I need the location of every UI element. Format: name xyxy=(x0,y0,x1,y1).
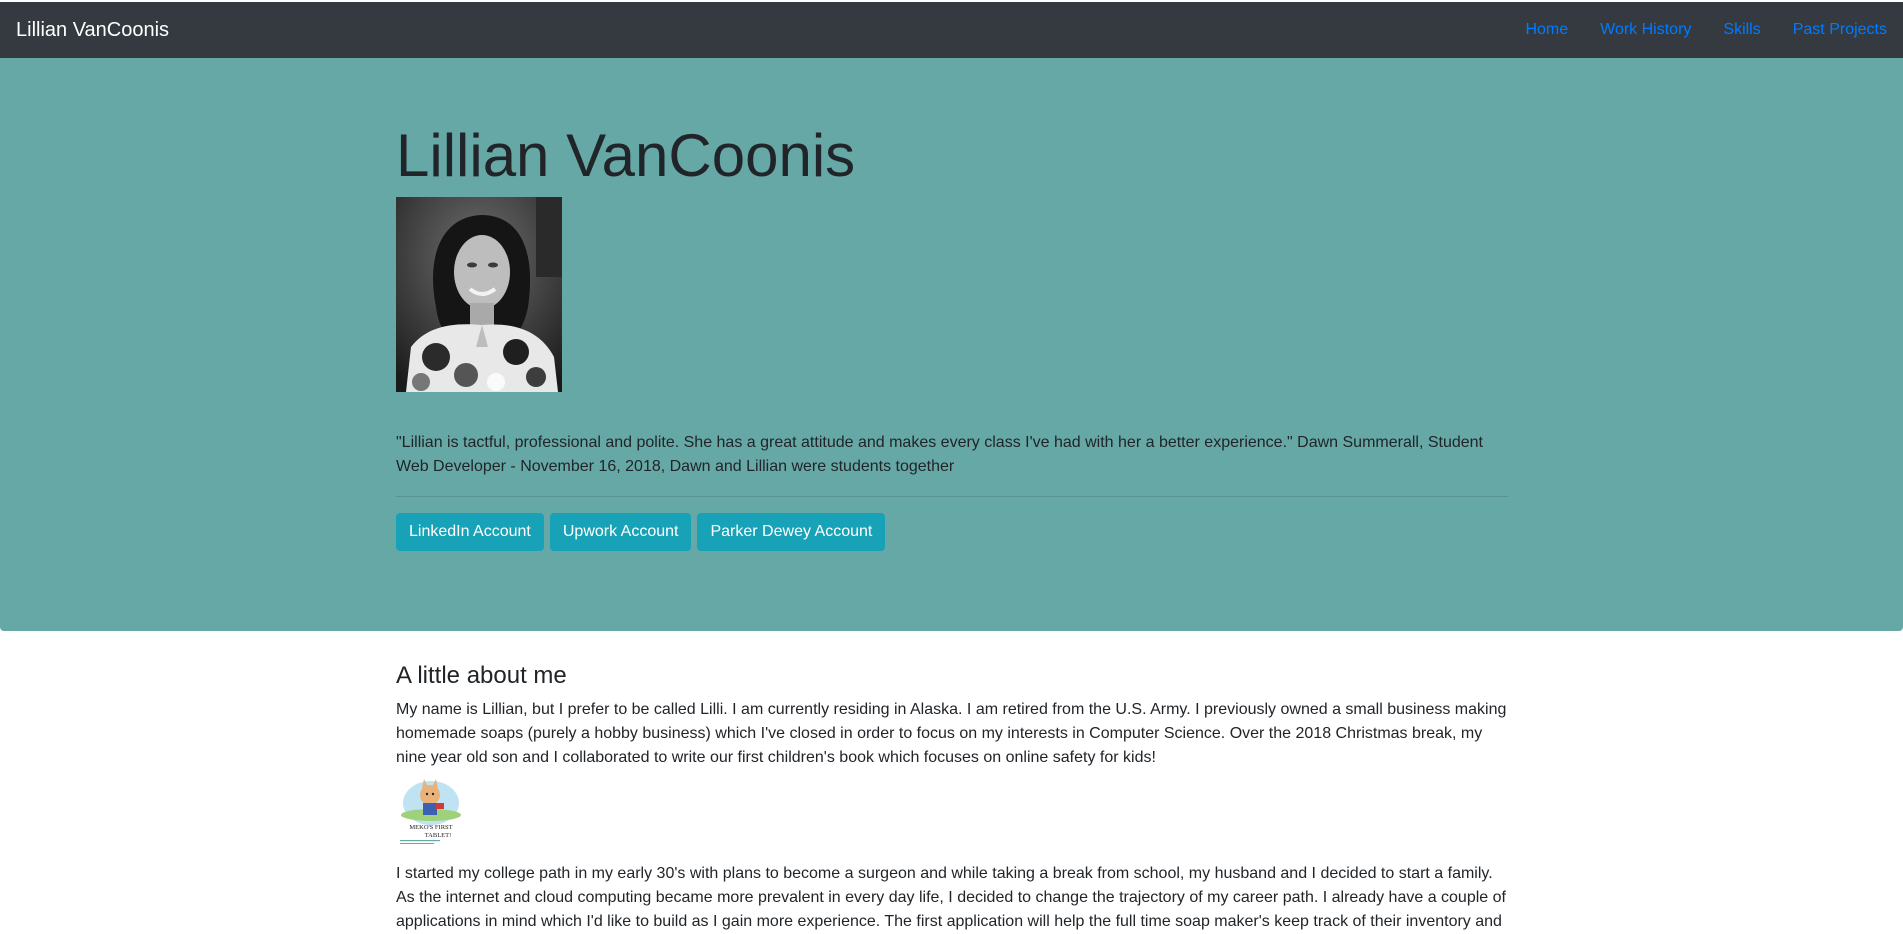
book-cover-image: MEKO'S FIRST TABLET! xyxy=(396,773,466,847)
nav-link-past-projects[interactable]: Past Projects xyxy=(1793,21,1887,39)
testimonial-text: "Lillian is tactful, professional and po… xyxy=(396,434,1483,475)
nav-link-skills[interactable]: Skills xyxy=(1723,21,1760,39)
nav-links: Home Work History Skills Past Projects xyxy=(1493,21,1887,39)
book-cover-title-line2: TABLET! xyxy=(425,832,452,839)
hero-divider xyxy=(396,496,1508,497)
about-paragraph-1: My name is Lillian, but I prefer to be c… xyxy=(396,701,1507,766)
nav-link-work-history[interactable]: Work History xyxy=(1600,21,1691,39)
parker-dewey-account-button[interactable]: Parker Dewey Account xyxy=(697,513,886,551)
hero-section: Lillian VanCoonis "Lillian is tactful, p… xyxy=(0,58,1903,631)
about-title: A little about me xyxy=(396,662,567,689)
hero-title: Lillian VanCoonis xyxy=(396,122,856,189)
nav-link-home[interactable]: Home xyxy=(1525,21,1568,39)
account-buttons: LinkedIn Account Upwork Account Parker D… xyxy=(396,513,891,551)
navbar-brand[interactable]: Lillian VanCoonis xyxy=(16,19,169,42)
upwork-account-button[interactable]: Upwork Account xyxy=(549,513,692,551)
profile-photo-graphic xyxy=(396,197,562,392)
navbar: Lillian VanCoonis Home Work History Skil… xyxy=(0,2,1903,58)
book-cover-title-line1: MEKO'S FIRST xyxy=(409,824,452,831)
book-cover-graphic: MEKO'S FIRST TABLET! xyxy=(396,773,466,847)
profile-photo xyxy=(396,197,562,392)
linkedin-account-button[interactable]: LinkedIn Account xyxy=(396,513,544,551)
about-paragraph-2: I started my college path in my early 30… xyxy=(396,865,1506,930)
